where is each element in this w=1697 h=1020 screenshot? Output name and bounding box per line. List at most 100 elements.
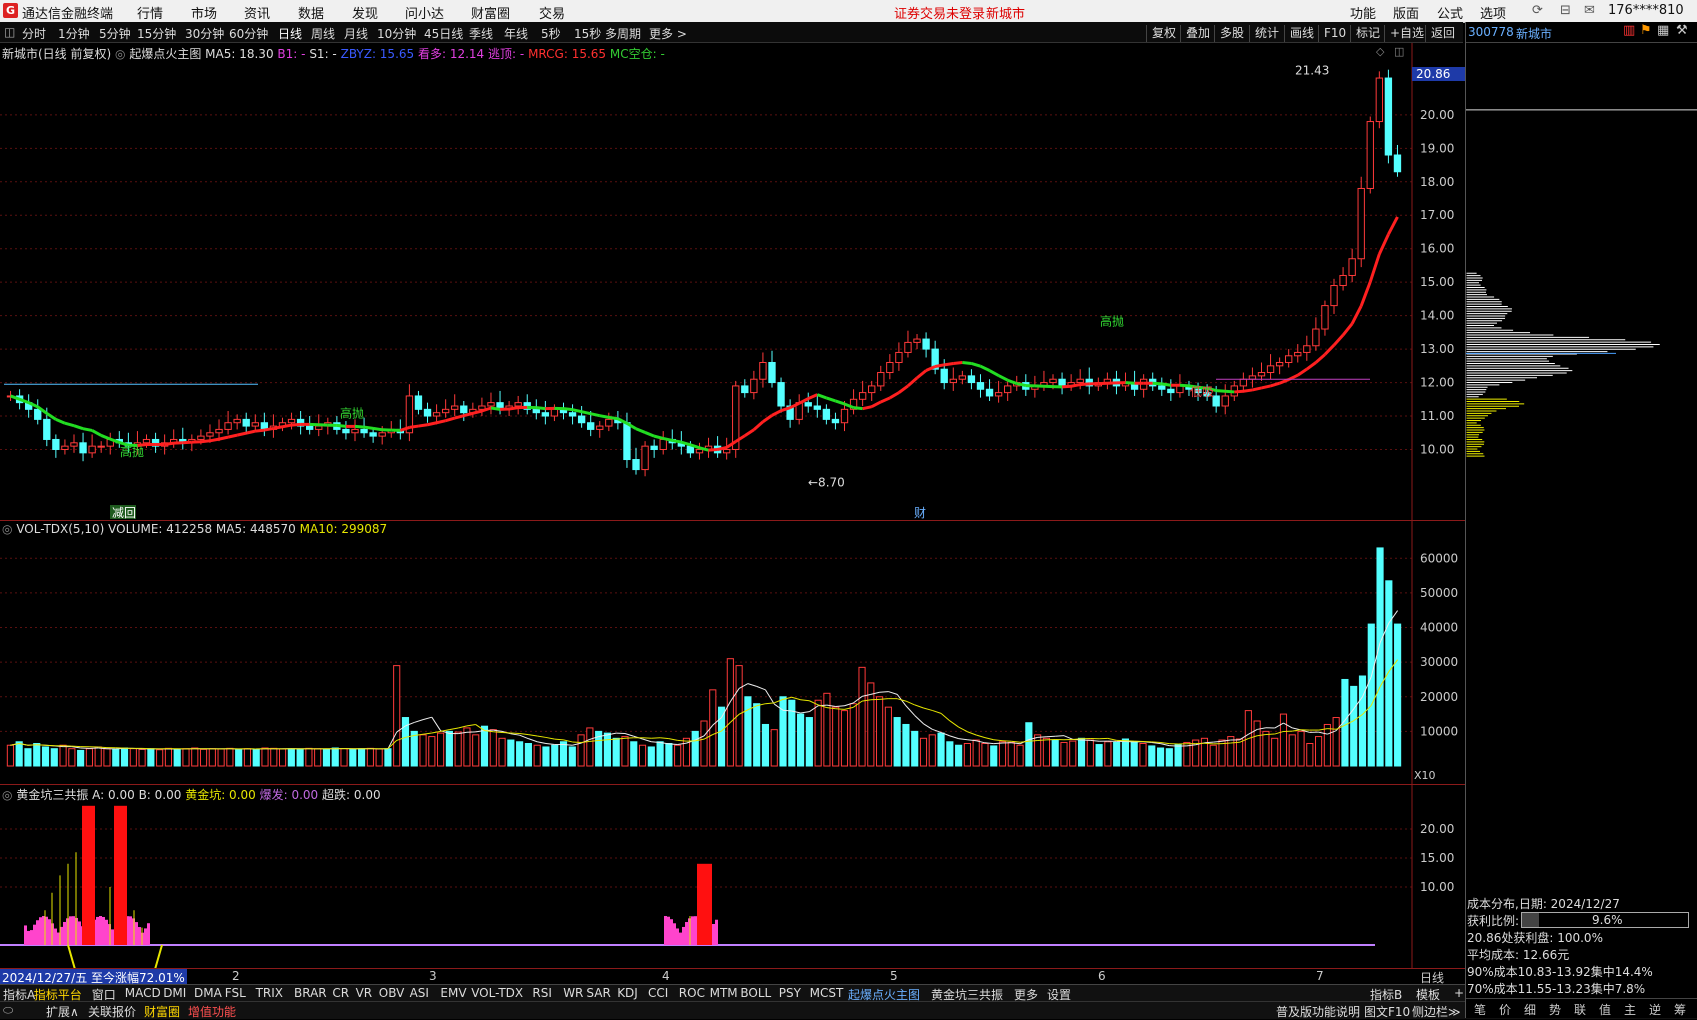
btn-fuquan[interactable]: 复权 (1146, 25, 1181, 42)
grid-icon[interactable]: ▦ (1657, 23, 1669, 38)
period-fenshi[interactable]: 分时 (22, 25, 46, 42)
tab-17[interactable]: SAR (586, 986, 610, 1000)
price-chart-pane[interactable]: 新城市(日线 前复权) ◎ 起爆点火主图 MA5: 18.30 B1: - S1… (0, 43, 1465, 520)
indicator-pane[interactable]: ◎ 黄金坑三共振 A: 0.00 B: 0.00 黄金坑: 0.00 爆发: 0… (0, 785, 1465, 968)
status-sidebar[interactable]: 侧边栏≫ (1412, 1003, 1461, 1020)
period-5s[interactable]: 5秒 (541, 25, 561, 42)
status-f10[interactable]: 图文F10 (1364, 1003, 1410, 1020)
period-year[interactable]: 年线 (504, 25, 528, 42)
volume-bar (666, 744, 672, 767)
volume-pane[interactable]: ◎ VOL-TDX(5,10) VOLUME: 412258 MA5: 4485… (0, 521, 1465, 784)
menu-caifuquan[interactable]: 财富圈 (471, 3, 510, 22)
menu-gongneng[interactable]: 功能 (1350, 3, 1376, 22)
menu-faxian[interactable]: 发现 (352, 3, 378, 22)
btn-tongji[interactable]: 统计 (1249, 25, 1284, 42)
lock-icon[interactable]: ⊟ (1560, 3, 1571, 18)
volume-bar (552, 745, 558, 766)
period-week[interactable]: 周线 (311, 25, 335, 42)
period-day[interactable]: 日线 (278, 25, 302, 42)
tab-8[interactable]: BRAR (294, 986, 327, 1000)
menu-shuju[interactable]: 数据 (298, 3, 324, 22)
period-1min[interactable]: 1分钟 (58, 25, 90, 42)
chart-type-icon[interactable]: ▥ (1623, 23, 1635, 38)
user-account[interactable]: 176****810 (1608, 3, 1684, 18)
rtab-chou[interactable]: 筹 (1674, 1001, 1686, 1018)
period-10min[interactable]: 10分钟 (377, 25, 416, 42)
btn-fanhui[interactable]: 返回 (1425, 25, 1460, 42)
tab-right-2[interactable]: + (1454, 986, 1464, 1000)
tab-20[interactable]: ROC (679, 986, 705, 1000)
tab-23[interactable]: PSY (779, 986, 801, 1000)
menu-banmian[interactable]: 版面 (1393, 3, 1419, 22)
status-related-quote[interactable]: 关联报价 (88, 1003, 136, 1020)
toggle-icon[interactable]: ⬭ (3, 1003, 13, 1018)
rtab-ni[interactable]: 逆 (1649, 1001, 1661, 1018)
status-value-added[interactable]: 增值功能 (188, 1003, 236, 1020)
rtab-zhu[interactable]: 主 (1624, 1001, 1636, 1018)
tab-13[interactable]: EMV (440, 986, 466, 1000)
menu-jiaoyi[interactable]: 交易 (539, 3, 565, 22)
tab-10[interactable]: VR (356, 986, 373, 1000)
login-warning[interactable]: 证券交易未登录 (894, 3, 985, 22)
tab-7[interactable]: TRIX (256, 986, 283, 1000)
period-multi[interactable]: 多周期 (605, 25, 641, 42)
refresh-icon[interactable]: ⟳ (1532, 3, 1543, 18)
rtab-shi[interactable]: 势 (1549, 1001, 1561, 1018)
tab-3[interactable]: MACD (125, 986, 161, 1000)
rtab-zhi[interactable]: 值 (1599, 1001, 1611, 1018)
volume-ma5-line (98, 748, 107, 749)
period-15s[interactable]: 15秒 (574, 25, 601, 42)
volume-ma5-line (1169, 746, 1178, 747)
tab-22[interactable]: BOLL (740, 986, 771, 1000)
tab-9[interactable]: CR (332, 986, 349, 1000)
period-5min[interactable]: 5分钟 (99, 25, 131, 42)
tab-6[interactable]: FSL (225, 986, 246, 1000)
tab-5[interactable]: DMA (194, 986, 222, 1000)
volume-bar (121, 748, 127, 766)
period-30min[interactable]: 30分钟 (185, 25, 224, 42)
menu-zixun[interactable]: 资讯 (244, 3, 270, 22)
menu-gongshi[interactable]: 公式 (1437, 3, 1463, 22)
btn-f10[interactable]: F10 (1318, 25, 1351, 42)
volume-bar (912, 731, 918, 766)
status-help[interactable]: 普及版功能说明 (1276, 1003, 1360, 1020)
panel-toggle-icon[interactable]: ◫ (4, 25, 15, 39)
rtab-xi[interactable]: 细 (1524, 1001, 1536, 1018)
tab-14[interactable]: VOL-TDX (471, 986, 523, 1000)
rtab-jia[interactable]: 价 (1499, 1001, 1511, 1018)
period-month[interactable]: 月线 (344, 25, 368, 42)
tab-4[interactable]: DMI (163, 986, 186, 1000)
tab-19[interactable]: CCI (648, 986, 668, 1000)
flag-icon[interactable]: ⚑ (1640, 23, 1652, 38)
period-quarter[interactable]: 季线 (469, 25, 493, 42)
rtab-lian[interactable]: 联 (1574, 1001, 1586, 1018)
volume-bar (964, 744, 970, 767)
tab-16[interactable]: WR (563, 986, 583, 1000)
mail-icon[interactable]: ✉ (1584, 3, 1595, 18)
btn-duogu[interactable]: 多股 (1214, 25, 1249, 42)
status-caifuquan[interactable]: 财富圈 (144, 1003, 180, 1020)
btn-diejia[interactable]: 叠加 (1180, 25, 1215, 42)
menu-hangqing[interactable]: 行情 (137, 3, 163, 22)
rtab-bi[interactable]: 笔 (1474, 1001, 1486, 1018)
btn-huaxian[interactable]: 画线 (1284, 25, 1319, 42)
btn-zixuan[interactable]: +自选 (1384, 25, 1429, 42)
tab-18[interactable]: KDJ (617, 986, 638, 1000)
volume-tick-label: 30000 (1420, 655, 1458, 669)
status-expand[interactable]: 扩展∧ (46, 1003, 79, 1020)
btn-biaoji[interactable]: 标记 (1350, 25, 1385, 42)
tab-11[interactable]: OBV (379, 986, 405, 1000)
period-60min[interactable]: 60分钟 (229, 25, 268, 42)
volume-ma10-line (792, 697, 801, 699)
tab-21[interactable]: MTM (710, 986, 738, 1000)
tab-24[interactable]: MCST (810, 986, 844, 1000)
tool-icon[interactable]: ⚒ (1676, 23, 1688, 38)
period-45day[interactable]: 45日线 (424, 25, 463, 42)
tab-15[interactable]: RSI (532, 986, 552, 1000)
menu-shichang[interactable]: 市场 (191, 3, 217, 22)
period-15min[interactable]: 15分钟 (137, 25, 176, 42)
tab-12[interactable]: ASI (410, 986, 429, 1000)
menu-xuanxiang[interactable]: 选项 (1480, 3, 1506, 22)
menu-wenxiaoda[interactable]: 问小达 (405, 3, 444, 22)
period-more[interactable]: 更多 > (649, 25, 687, 42)
